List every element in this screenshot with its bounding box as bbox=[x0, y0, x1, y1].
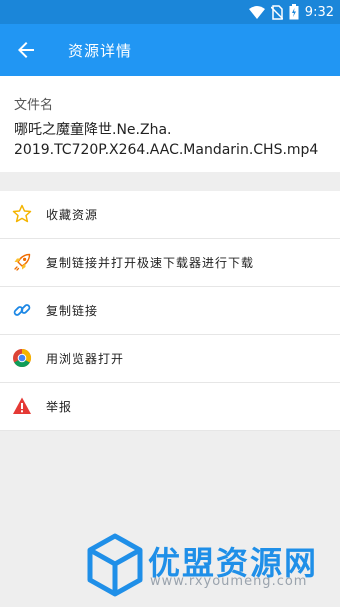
report-item[interactable]: 举报 bbox=[0, 383, 340, 431]
action-menu: 收藏资源 复制链接并打开极速下载器进行下载 复制链接 用浏览器打开 举报 bbox=[0, 191, 340, 431]
favorite-resource-item[interactable]: 收藏资源 bbox=[0, 191, 340, 239]
section-divider bbox=[0, 172, 340, 191]
rocket-icon bbox=[14, 253, 31, 271]
copy-link-item[interactable]: 复制链接 bbox=[0, 287, 340, 335]
wifi-icon bbox=[248, 5, 265, 19]
link-icon bbox=[13, 304, 31, 316]
page-title: 资源详情 bbox=[68, 42, 133, 60]
warning-icon bbox=[13, 397, 31, 414]
menu-item-label: 复制链接 bbox=[46, 304, 99, 318]
open-in-browser-item[interactable]: 用浏览器打开 bbox=[0, 335, 340, 383]
back-arrow-icon[interactable] bbox=[14, 38, 38, 62]
battery-icon bbox=[289, 4, 299, 20]
star-icon bbox=[12, 204, 32, 223]
cube-logo-icon bbox=[87, 533, 143, 597]
watermark-url: www.rxyoumeng.com bbox=[150, 574, 308, 589]
status-bar: 9:32 bbox=[0, 0, 340, 24]
status-icons: 9:32 bbox=[248, 3, 334, 21]
file-info-card: 文件名 哪吒之魔童降世.Ne.Zha. 2019.TC720P.X264.AAC… bbox=[0, 76, 340, 172]
status-time: 9:32 bbox=[304, 4, 334, 20]
file-name-label: 文件名 bbox=[14, 98, 54, 113]
watermark-logo: 优盟资源网 www.rxyoumeng.com bbox=[86, 532, 336, 604]
file-name-value: 哪吒之魔童降世.Ne.Zha. 2019.TC720P.X264.AAC.Man… bbox=[14, 122, 319, 158]
menu-item-label: 复制链接并打开极速下载器进行下载 bbox=[46, 256, 255, 270]
menu-item-label: 举报 bbox=[46, 400, 73, 414]
menu-item-label: 收藏资源 bbox=[46, 208, 99, 222]
no-sim-icon bbox=[270, 4, 283, 20]
copy-and-download-item[interactable]: 复制链接并打开极速下载器进行下载 bbox=[0, 239, 340, 287]
app-bar: 资源详情 bbox=[0, 24, 340, 76]
chrome-icon bbox=[13, 349, 32, 368]
menu-item-label: 用浏览器打开 bbox=[46, 352, 125, 366]
